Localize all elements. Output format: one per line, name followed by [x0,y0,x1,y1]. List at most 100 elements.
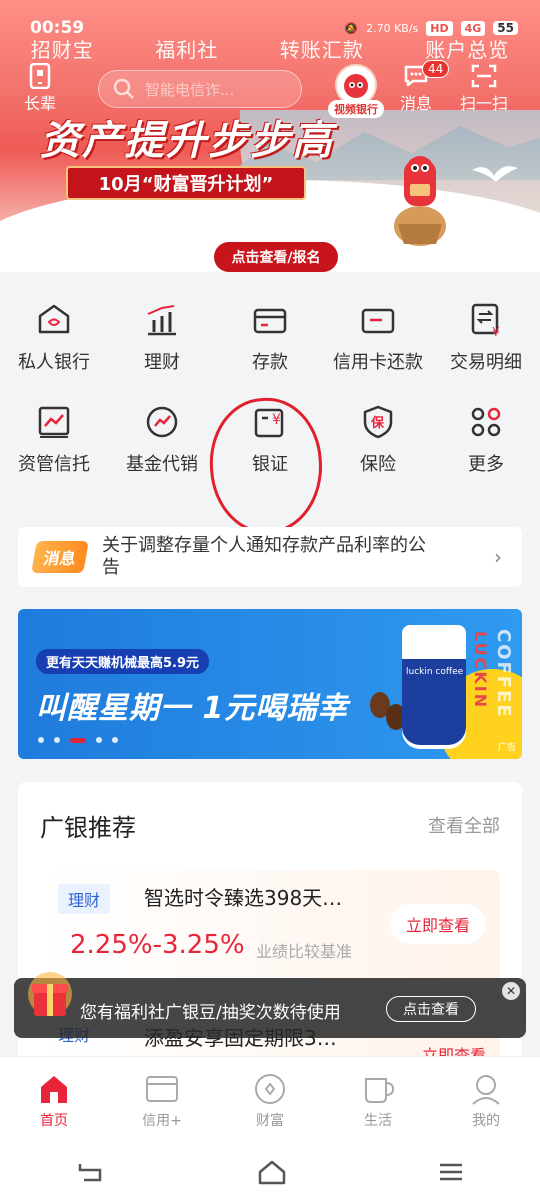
product-card[interactable]: 理财 智选时令臻选398天… 2.25%-3.25% 业绩比较基准 立即查看 [40,870,500,980]
ad-vertical-text: COFFEE [493,629,514,719]
messages-label: 消息 [400,94,433,113]
service-label: 保险 [360,454,396,475]
notice-bar[interactable]: 消息 关于调整存量个人通知存款产品利率的公告 › [18,527,522,587]
home-nav-icon[interactable] [257,1159,287,1185]
carousel-dot[interactable] [38,737,44,743]
carousel-dot-active[interactable] [70,737,86,743]
quick-nav-item[interactable]: 福利社 [155,34,218,63]
home-icon [37,1072,71,1106]
messages-button[interactable]: 44 消息 [400,60,450,114]
service-deposit[interactable]: 存款 [220,300,320,374]
svg-text:保: 保 [370,415,385,431]
quick-nav-item[interactable]: 转账汇款 [280,34,364,63]
service-label: 信用卡还款 [333,352,423,373]
service-label: 交易明细 [450,352,522,373]
ad-label: 广告 [497,743,516,753]
service-trust[interactable]: 资管信托 [4,402,104,476]
quick-nav-item[interactable]: 账户总览 [425,34,509,63]
net-speed: 2.70 KB/s [366,21,419,35]
deposit-card-icon [250,300,290,340]
reward-toast: 您有福利社广银豆/抽奖次数待使用 点击查看 ✕ [14,972,526,1038]
service-insurance[interactable]: 保 保险 [328,402,428,476]
tab-wealth[interactable]: 财富 [230,1072,310,1130]
quick-nav-item[interactable]: 招财宝 [31,34,94,63]
fund-icon [142,402,182,442]
tab-label: 首页 [40,1112,68,1129]
balloon-mascot-icon [394,156,446,246]
hero-cta-button[interactable]: 点击查看/报名 [214,242,338,272]
carousel-dot[interactable] [54,737,60,743]
tab-credit-plus[interactable]: 信用+ [122,1072,202,1130]
view-all-link[interactable]: 查看全部 [428,812,500,838]
product-view-button[interactable]: 立即查看 [389,904,486,944]
credit-card-icon [358,300,398,340]
more-grid-icon [466,402,506,442]
service-label: 存款 [252,352,288,373]
service-fund[interactable]: 基金代销 [112,402,212,476]
search-placeholder: 智能电信诈... [145,80,235,99]
chevron-right-icon: › [494,545,502,569]
scan-button[interactable]: 扫一扫 [460,62,508,114]
ad-pill: 更有天天赚机械最高5.9元 [36,649,210,674]
bird-icon [472,166,518,182]
service-label: 私人银行 [18,352,90,373]
profile-icon [469,1072,503,1106]
product-rate-basis: 业绩比较基准 [256,942,353,961]
tab-label: 财富 [256,1112,284,1129]
service-label: 更多 [468,454,504,475]
service-more[interactable]: 更多 [436,402,536,476]
scan-icon [470,62,498,90]
credit-plus-icon [145,1072,179,1106]
ad-headline: 叫醒星期一 1元喝瑞幸 [36,691,349,726]
wealth-chart-icon [142,300,182,340]
ad-carousel[interactable]: 更有天天赚机械最高5.9元 叫醒星期一 1元喝瑞幸 luckin coffee … [18,609,522,759]
carousel-dot[interactable] [96,737,102,743]
gift-box-icon [28,972,72,1016]
coffee-cup-icon: luckin coffee [402,625,466,749]
system-nav-bar [0,1144,540,1200]
video-bank-button[interactable]: 视频银行 [328,64,384,118]
tab-label: 我的 [472,1112,500,1129]
carousel-dot[interactable] [112,737,118,743]
tab-label: 信用+ [142,1112,182,1129]
back-icon[interactable] [76,1160,106,1184]
search-input[interactable]: 智能电信诈... [98,70,302,108]
service-credit-card-repay[interactable]: 信用卡还款 [328,300,428,374]
ad-vertical-brand: LUCKIN [471,631,490,710]
service-wealth[interactable]: 理财 [112,300,212,374]
trust-icon [34,402,74,442]
bottom-nav: 首页 信用+ 财富 生活 我的 [0,1056,540,1144]
quick-nav: 招财宝 福利社 转账汇款 账户总览 [0,34,540,63]
notice-text: 关于调整存量个人通知存款产品利率的公告 [102,535,427,578]
tab-label: 生活 [364,1112,392,1129]
menu-icon[interactable] [438,1161,464,1183]
product-rate: 2.25%-3.25% [70,930,245,960]
hero-banner[interactable]: 00:59 🔕 2.70 KB/s HD 4G 55 招财宝 福利社 转账汇款 … [0,0,540,272]
tab-home[interactable]: 首页 [14,1072,94,1130]
service-label: 基金代销 [126,454,198,475]
close-icon[interactable]: ✕ [502,982,520,1000]
phone-icon [26,62,54,90]
elder-mode-button[interactable]: 长辈 [24,62,56,114]
toast-text: 您有福利社广银豆/抽奖次数待使用 [80,1003,341,1023]
private-bank-icon [34,300,74,340]
service-row: 私人银行 理财 存款 信用卡还款 ¥ 交易明细 [0,300,540,374]
tab-life[interactable]: 生活 [338,1072,418,1130]
scan-label: 扫一扫 [460,94,509,113]
svg-text:¥: ¥ [492,325,500,338]
wealth-icon [253,1072,287,1106]
hero-headline: 资产提升步步高 [40,118,334,164]
search-icon [113,78,134,99]
toast-view-button[interactable]: 点击查看 [386,996,476,1022]
video-bank-label: 视频银行 [328,100,384,118]
service-private-bank[interactable]: 私人银行 [4,300,104,374]
battery-level: 55 [493,21,518,35]
notice-tag: 消息 [31,541,89,573]
insurance-shield-icon: 保 [358,402,398,442]
life-cup-icon [361,1072,395,1106]
mute-icon: 🔕 [344,21,359,35]
tab-profile[interactable]: 我的 [446,1072,526,1130]
product-tag: 理财 [58,884,111,914]
product-name: 智选时令臻选398天… [144,886,343,910]
service-transaction-detail[interactable]: ¥ 交易明细 [436,300,536,374]
